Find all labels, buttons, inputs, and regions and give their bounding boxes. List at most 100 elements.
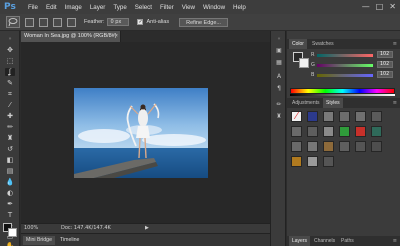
document-image[interactable] (74, 88, 208, 178)
style-gray-11[interactable] (371, 141, 382, 152)
style-gold[interactable] (291, 156, 302, 167)
slider-blue-track[interactable] (317, 74, 373, 77)
tool-preset-picker[interactable] (6, 16, 20, 28)
tab-timeline[interactable]: Timeline (57, 236, 82, 245)
tab-paths[interactable]: Paths (338, 236, 357, 246)
feather-input[interactable]: 0 px (107, 18, 130, 26)
anti-alias-label: Anti-alias (146, 19, 170, 25)
menu-select[interactable]: Select (135, 4, 152, 11)
brush-panel-icon[interactable]: ✏ (274, 101, 284, 109)
style-dark-gray[interactable] (323, 156, 334, 167)
style-none[interactable]: ⁄ (291, 111, 302, 122)
style-gray-2[interactable] (339, 111, 350, 122)
style-gray-7[interactable] (291, 141, 302, 152)
menu-file[interactable]: File (28, 4, 38, 11)
slider-blue-value[interactable]: 102 (377, 71, 393, 78)
layers-panel-menu-icon[interactable]: ≡ (393, 236, 397, 246)
menu-window[interactable]: Window (203, 4, 225, 11)
style-gray-3[interactable] (355, 111, 366, 122)
refine-edge-button[interactable]: Refine Edge... (179, 17, 228, 27)
subtract-from-selection-button[interactable] (53, 17, 62, 27)
lasso-icon[interactable]: ʆ (5, 68, 15, 76)
tab-mini-bridge[interactable]: Mini Bridge (23, 236, 55, 245)
clone-source-panel-icon[interactable]: ♜ (274, 113, 284, 121)
type-icon[interactable]: T (5, 211, 15, 219)
zoom-level[interactable]: 100% (24, 224, 38, 233)
slider-green-value[interactable]: 102 (377, 61, 393, 68)
close-document-icon[interactable]: × (115, 31, 118, 42)
menu-type[interactable]: Type (113, 4, 126, 11)
background-color-swatch[interactable] (8, 228, 17, 237)
menu-view[interactable]: View (182, 4, 195, 11)
intersect-selection-button[interactable] (67, 17, 76, 27)
slider-red-value[interactable]: 102 (377, 51, 393, 58)
slider-green: G 102 (311, 61, 398, 69)
eyedropper-icon[interactable]: ⁄ (5, 101, 15, 109)
gradient-icon[interactable]: ▤ (5, 167, 15, 175)
tab-layers[interactable]: Layers (289, 236, 311, 246)
color-panel-menu-icon[interactable]: ≡ (393, 39, 397, 49)
paragraph-panel-icon[interactable]: ¶ (274, 85, 284, 93)
panel-collapse-icon[interactable]: » (5, 35, 15, 43)
style-gray-9[interactable] (339, 141, 350, 152)
minimize-button[interactable]: — (362, 2, 370, 12)
style-teal[interactable] (371, 126, 382, 137)
tab-swatches[interactable]: Swatches (309, 39, 337, 49)
tab-color[interactable]: Color (289, 39, 307, 49)
style-gray-10[interactable] (355, 141, 366, 152)
slider-red-track[interactable] (317, 54, 373, 57)
style-blue[interactable] (307, 111, 318, 122)
menu-edit[interactable]: Edit (46, 4, 57, 11)
clone-stamp-icon[interactable]: ♜ (5, 134, 15, 142)
pen-icon[interactable]: ✒ (5, 200, 15, 208)
status-menu-arrow-icon[interactable]: ▶ (145, 224, 149, 233)
style-gray-8[interactable] (307, 141, 318, 152)
style-gray-1[interactable] (323, 111, 334, 122)
slider-green-track[interactable] (317, 64, 373, 67)
hand-icon[interactable]: ✋ (5, 242, 15, 246)
style-bronze[interactable] (323, 141, 334, 152)
menu-image[interactable]: Image (65, 4, 82, 11)
character-panel-icon[interactable]: A (274, 73, 284, 81)
document-tab[interactable]: Woman In Sea.jpg @ 100% (RGB/8#) × (21, 31, 121, 42)
expand-panels-icon[interactable]: « (274, 35, 284, 43)
history-brush-icon[interactable]: ↺ (5, 145, 15, 153)
style-silver[interactable] (323, 126, 334, 137)
properties-panel-icon[interactable]: ▦ (274, 59, 284, 67)
healing-brush-icon[interactable]: ✚ (5, 112, 15, 120)
photoshop-logo: Ps (4, 2, 16, 12)
style-gray-4[interactable] (371, 111, 382, 122)
style-light-gray[interactable] (307, 156, 318, 167)
color-panel-background[interactable] (299, 58, 309, 68)
slider-red-label: R (311, 52, 315, 58)
tab-styles[interactable]: Styles (323, 98, 343, 108)
slider-blue: B 102 (311, 71, 398, 79)
tab-adjustments[interactable]: Adjustments (289, 98, 323, 108)
marquee-icon[interactable]: ⬚ (5, 57, 15, 65)
collapsed-panels: « ▣ ▦ A ¶ ✏ ♜ (270, 31, 286, 246)
new-selection-button[interactable] (25, 17, 34, 27)
brush-icon[interactable]: ✏ (5, 123, 15, 131)
move-icon[interactable]: ✥ (5, 46, 15, 54)
menu-filter[interactable]: Filter (160, 4, 174, 11)
style-green[interactable] (339, 126, 350, 137)
anti-alias-checkbox[interactable]: ✓ (137, 19, 144, 25)
grayscale-ramp[interactable] (290, 94, 395, 96)
dodge-icon[interactable]: ◐ (5, 189, 15, 197)
menu-layer[interactable]: Layer (90, 4, 105, 11)
style-gray-6[interactable] (307, 126, 318, 137)
menu-help[interactable]: Help (233, 4, 246, 11)
style-gray-5[interactable] (291, 126, 302, 137)
window-controls: — □ ✕ (362, 2, 396, 12)
blur-icon[interactable]: 💧 (5, 178, 15, 186)
tab-channels[interactable]: Channels (311, 236, 338, 246)
maximize-button[interactable]: □ (376, 2, 384, 12)
close-button[interactable]: ✕ (389, 2, 396, 12)
styles-panel-menu-icon[interactable]: ≡ (393, 98, 397, 108)
history-panel-icon[interactable]: ▣ (274, 47, 284, 55)
style-red[interactable] (355, 126, 366, 137)
eraser-icon[interactable]: ◧ (5, 156, 15, 164)
crop-icon[interactable]: ⌗ (5, 90, 15, 98)
quick-select-icon[interactable]: ✎ (5, 79, 15, 87)
add-to-selection-button[interactable] (39, 17, 48, 27)
